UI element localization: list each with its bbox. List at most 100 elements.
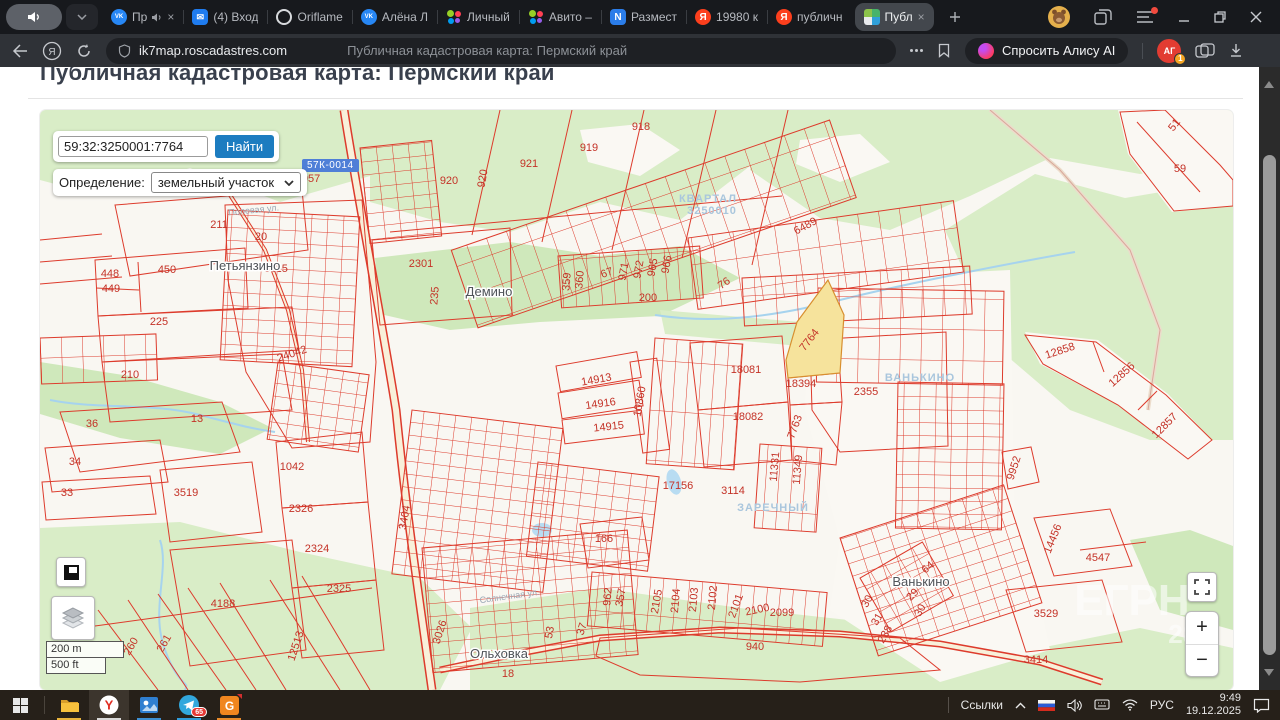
download-button[interactable] — [1229, 43, 1243, 58]
audio-indicator-button[interactable] — [6, 4, 62, 30]
definition-label: Определение: — [59, 175, 145, 190]
tab-oriflame[interactable]: Oriflame — [267, 0, 351, 34]
url-domain: ik7map.roscadastres.com — [139, 43, 287, 58]
map-canvas[interactable]: 9189199219209205957230123521120311544845… — [40, 110, 1233, 690]
svg-text:Я: Я — [48, 47, 55, 58]
parcel-number-label: 2104 — [669, 588, 683, 613]
parcel-number-label: 3114 — [721, 485, 745, 497]
shield-icon — [118, 44, 131, 58]
tab-groups-button[interactable] — [1094, 9, 1112, 25]
map-card[interactable]: 9189199219209205957230123521120311544845… — [40, 110, 1233, 690]
tab-размест[interactable]: NРазмест — [601, 0, 686, 34]
profile-button[interactable]: АГ 1 — [1157, 39, 1181, 63]
tabs-chevron-button[interactable] — [66, 4, 98, 30]
tab-публичн[interactable]: Япубличн — [767, 0, 852, 34]
parcel-number-label: 2102 — [706, 585, 720, 610]
parcel-number-label: 962 — [601, 587, 615, 606]
zoom-in-button[interactable]: + — [1186, 612, 1218, 645]
collections-button[interactable] — [1195, 43, 1215, 59]
layers-button[interactable] — [51, 596, 95, 640]
tab-label: (4) Вход — [213, 10, 258, 24]
links-label[interactable]: Ссылки — [961, 698, 1003, 712]
definition-select[interactable]: земельный участок — [151, 172, 301, 193]
tab-bar: VKПр× ✉ (4) Вход OriflameVKАлёна ЛЛичныйАви… — [0, 0, 1280, 34]
more-button[interactable] — [910, 49, 923, 52]
chevron-down-icon — [77, 14, 87, 20]
yandex-search-button[interactable]: Я — [42, 41, 62, 61]
explorer-button[interactable] — [49, 690, 89, 720]
parcel-number-label: 2099 — [770, 607, 794, 619]
tab-label: Размест — [631, 10, 677, 24]
parcel-number-label: 3529 — [1034, 608, 1058, 620]
scroll-down-icon[interactable] — [1264, 669, 1274, 676]
tab-close-icon[interactable]: × — [167, 11, 174, 23]
back-button[interactable] — [12, 44, 28, 58]
yandex-browser-button[interactable]: Y — [89, 690, 129, 720]
maximize-button[interactable] — [1214, 11, 1226, 23]
tab-(4)-вход[interactable]: ✉ (4) Вход — [183, 0, 267, 34]
ya-favicon-icon: Я — [776, 9, 792, 25]
parcel-number-label: 2325 — [327, 583, 351, 595]
tab-19980-к[interactable]: Я19980 к — [686, 0, 767, 34]
search-button[interactable]: Найти — [215, 135, 274, 158]
wifi-icon[interactable] — [1122, 699, 1138, 711]
divider — [1142, 43, 1143, 59]
url-bar[interactable]: ik7map.roscadastres.com Публичная кадаст… — [106, 38, 896, 64]
search-input[interactable] — [58, 136, 208, 157]
telegram-button[interactable]: 65 — [169, 690, 209, 720]
parcel-number-label: 3519 — [174, 487, 198, 499]
clock[interactable]: 9:49 19.12.2025 — [1186, 692, 1241, 718]
browser-menu-button[interactable] — [1136, 10, 1154, 24]
parcel-number-label: 2324 — [305, 543, 329, 555]
scroll-up-icon[interactable] — [1264, 81, 1274, 88]
tab-алёна-л[interactable]: VKАлёна Л — [352, 0, 437, 34]
g-app-button[interactable]: G — [209, 690, 249, 720]
minimize-button[interactable] — [1178, 11, 1190, 23]
language-indicator[interactable]: РУС — [1150, 698, 1174, 712]
action-center-button[interactable] — [1253, 698, 1270, 713]
parcel-number-label: 18081 — [731, 364, 762, 376]
refresh-button[interactable] — [76, 43, 92, 59]
links-chevron-icon[interactable] — [1015, 702, 1026, 709]
zoom-out-button[interactable]: − — [1186, 645, 1218, 677]
vk-favicon-icon: VK — [111, 9, 127, 25]
extent-button[interactable] — [56, 557, 86, 587]
definition-value: земельный участок — [158, 175, 274, 190]
keyboard-icon[interactable] — [1094, 699, 1110, 711]
alice-button[interactable]: Спросить Алису AI — [965, 38, 1128, 64]
tab-авито-–[interactable]: Авито – — [519, 0, 601, 34]
quarter-label: ВАНЬКИНО — [885, 372, 955, 384]
profile-avatar[interactable] — [1048, 6, 1070, 28]
tray-grip[interactable] — [948, 697, 949, 713]
taskbar-divider — [44, 696, 45, 714]
parcel-number-label: 20 — [255, 231, 267, 243]
parcel-number-label: 18082 — [733, 411, 764, 423]
photos-button[interactable] — [129, 690, 169, 720]
tab-личный[interactable]: Личный — [437, 0, 519, 34]
fullscreen-button[interactable] — [1187, 572, 1217, 602]
flag-icon[interactable] — [1038, 700, 1055, 711]
page-scrollbar[interactable] — [1259, 67, 1280, 690]
parcel-number-label: 34 — [69, 456, 81, 468]
close-button[interactable] — [1250, 11, 1262, 23]
g-app-icon: G — [220, 696, 239, 715]
bookmark-button[interactable] — [937, 43, 951, 58]
parcel-number-label: 450 — [158, 264, 176, 276]
road-badge: 57К-0014 — [302, 159, 359, 172]
parcel-number-label: 918 — [632, 121, 650, 133]
parcel-number-label: 17156 — [663, 480, 694, 492]
ori-favicon-icon — [276, 9, 292, 25]
avito-favicon-icon — [446, 9, 462, 25]
tab-audio-icon[interactable] — [152, 13, 162, 22]
tab-пр[interactable]: VKПр× — [102, 0, 183, 34]
definition-panel: Определение: земельный участок — [53, 169, 307, 196]
scroll-thumb[interactable] — [1263, 155, 1276, 655]
tab-публ[interactable]: Публ× — [855, 3, 934, 31]
new-tab-button[interactable] — [941, 3, 969, 31]
start-button[interactable] — [0, 690, 40, 720]
volume-icon[interactable] — [1067, 699, 1082, 712]
page-heading: Публичная кадастровая карта: Пермский кр… — [40, 67, 555, 86]
yandex-browser-icon: Y — [99, 695, 119, 715]
tab-close-icon[interactable]: × — [918, 11, 925, 23]
mail-favicon-icon: ✉ — [192, 9, 208, 25]
